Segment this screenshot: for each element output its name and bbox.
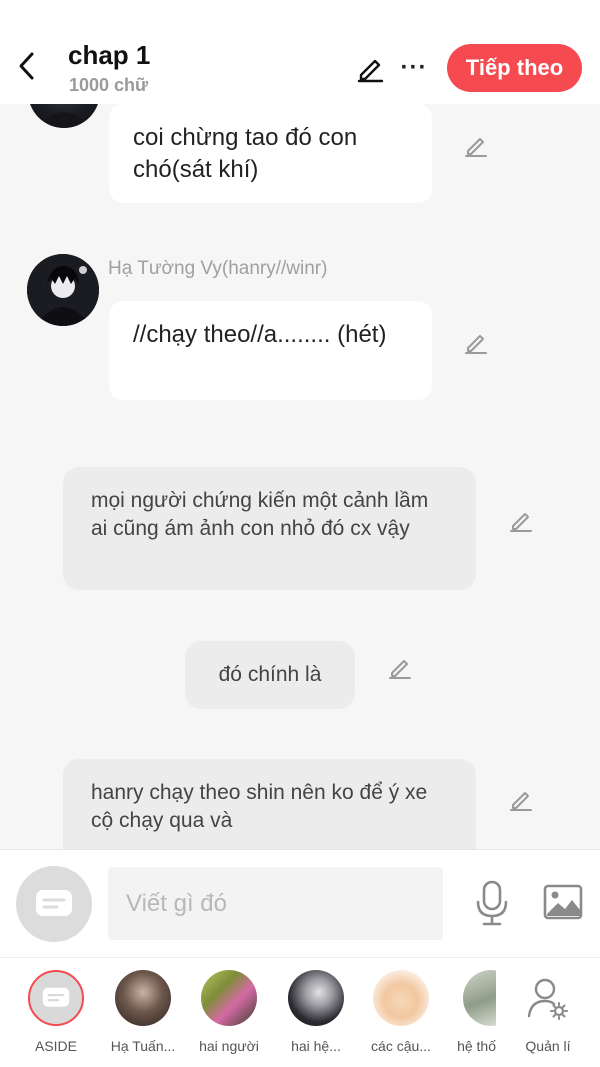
chevron-left-icon bbox=[19, 52, 34, 80]
narration-text: đó chính là bbox=[218, 663, 322, 686]
avatar[interactable] bbox=[28, 104, 100, 128]
character-label: hai người bbox=[199, 1038, 259, 1054]
character-avatar bbox=[373, 970, 429, 1026]
back-button[interactable] bbox=[10, 46, 44, 86]
avatar-image bbox=[38, 112, 90, 128]
edit-message-button[interactable] bbox=[506, 505, 536, 535]
chat-bubble-icon bbox=[42, 987, 70, 1007]
aside-avatar bbox=[28, 970, 84, 1026]
avatar[interactable] bbox=[27, 254, 99, 326]
next-button[interactable]: Tiếp theo bbox=[447, 44, 582, 92]
avatar-image bbox=[27, 254, 99, 326]
narration-bubble[interactable]: hanry chạy theo shin nên ko để ý xe cộ c… bbox=[63, 759, 476, 849]
pencil-icon bbox=[465, 138, 487, 157]
user-settings-icon bbox=[527, 978, 568, 1020]
character-label: các cậu... bbox=[371, 1038, 431, 1054]
pencil-icon bbox=[389, 660, 411, 679]
character-avatar bbox=[288, 970, 344, 1026]
message-text: //chạy theo//a........ (hét) bbox=[133, 321, 387, 348]
top-bar: chap 1 1000 chữ ··· Tiếp theo bbox=[0, 0, 600, 104]
character-label: Hạ Tuấn... bbox=[110, 1038, 176, 1054]
composer-bar bbox=[0, 849, 600, 957]
edit-title-button[interactable] bbox=[352, 50, 388, 86]
character-label: hệ thố bbox=[457, 1038, 496, 1054]
microphone-icon bbox=[476, 880, 508, 926]
more-icon: ··· bbox=[400, 54, 428, 81]
character-item[interactable]: hệ thố bbox=[436, 970, 496, 1054]
chat-area[interactable]: coi chừng tao đó con chó(sát khí) Hạ Tườ… bbox=[0, 104, 600, 849]
image-icon bbox=[543, 884, 583, 920]
narration-bubble[interactable]: đó chính là bbox=[185, 641, 355, 709]
narration-bubble[interactable]: mọi người chứng kiến một cảnh lầm ai cũn… bbox=[63, 467, 476, 590]
character-avatar bbox=[115, 970, 171, 1026]
speaker-name: Hạ Tường Vy(hanry//winr) bbox=[108, 258, 328, 279]
aside-toggle-button[interactable] bbox=[16, 866, 92, 942]
more-options-button[interactable]: ··· bbox=[398, 50, 430, 86]
edit-message-button[interactable] bbox=[461, 130, 491, 160]
chat-bubble-icon bbox=[36, 890, 72, 916]
character-item[interactable]: Hạ Tuấn... bbox=[103, 970, 183, 1054]
character-label: ASIDE bbox=[34, 1038, 77, 1054]
pencil-icon bbox=[510, 792, 532, 811]
character-bar: ASIDE Hạ Tuấn... hai người hai hệ... các… bbox=[0, 957, 600, 1067]
pencil-icon bbox=[510, 513, 532, 532]
character-label: hai hệ... bbox=[291, 1038, 341, 1054]
narration-text: mọi người chứng kiến một cảnh lầm ai cũn… bbox=[91, 489, 429, 540]
character-item[interactable]: hai hệ... bbox=[276, 970, 356, 1054]
insert-image-button[interactable] bbox=[542, 882, 584, 922]
character-avatar bbox=[463, 970, 496, 1026]
pencil-icon bbox=[465, 335, 487, 354]
character-item[interactable]: hai người bbox=[189, 970, 269, 1054]
message-bubble[interactable]: //chạy theo//a........ (hét) bbox=[109, 301, 432, 400]
narration-text: hanry chạy theo shin nên ko để ý xe cộ c… bbox=[91, 781, 428, 832]
pencil-icon bbox=[357, 59, 384, 83]
manage-icon-wrap bbox=[520, 970, 576, 1026]
edit-message-button[interactable] bbox=[506, 784, 536, 814]
message-text: coi chừng tao đó con chó(sát khí) bbox=[133, 124, 358, 183]
message-input[interactable] bbox=[108, 867, 443, 940]
edit-message-button[interactable] bbox=[461, 327, 491, 357]
chapter-title: chap 1 bbox=[68, 40, 151, 70]
character-label: Quản lí bbox=[525, 1038, 571, 1054]
manage-characters-button[interactable]: Quản lí bbox=[508, 970, 588, 1054]
character-avatar bbox=[201, 970, 257, 1026]
character-aside[interactable]: ASIDE bbox=[16, 970, 96, 1054]
message-bubble[interactable]: coi chừng tao đó con chó(sát khí) bbox=[109, 104, 432, 203]
edit-message-button[interactable] bbox=[385, 652, 415, 682]
word-count: 1000 chữ bbox=[69, 75, 149, 95]
voice-input-button[interactable] bbox=[472, 880, 512, 926]
character-item[interactable]: các cậu... bbox=[361, 970, 441, 1054]
